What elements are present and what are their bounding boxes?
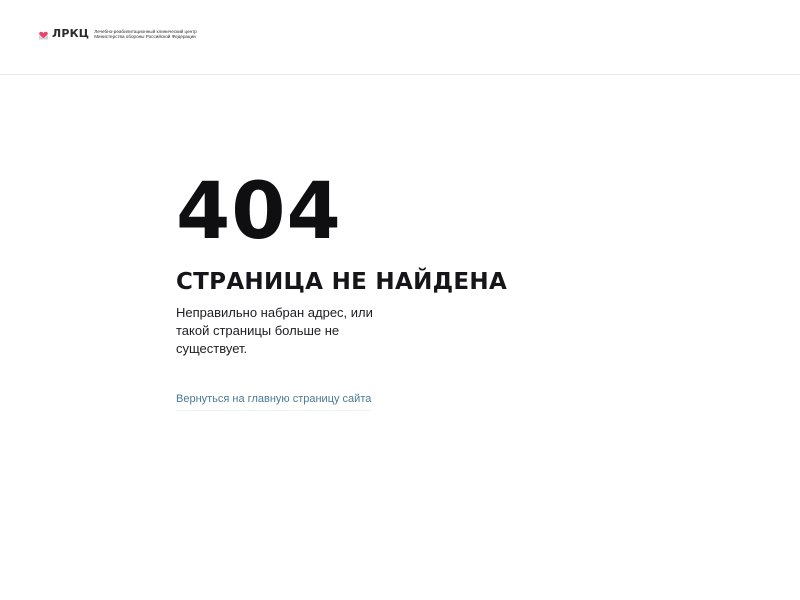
logo-line-2: Министерства обороны Российской Федераци… xyxy=(94,34,196,39)
error-description: Неправильно набран адрес, или такой стра… xyxy=(176,305,373,356)
logo-abbreviation: ЛРКЦ xyxy=(52,27,90,40)
site-header: ЛРКЦ Лечебно-реабилитационный клинически… xyxy=(0,0,800,75)
heart-envelope-icon xyxy=(39,31,48,40)
site-logo[interactable]: ЛРКЦ Лечебно-реабилитационный клинически… xyxy=(38,28,197,40)
error-code: 404 xyxy=(176,167,342,257)
home-page-link[interactable]: Вернуться на главную страницу сайта xyxy=(176,392,372,411)
error-title: СТРАНИЦА НЕ НАЙДЕНА xyxy=(176,269,508,295)
error-content: 404 СТРАНИЦА НЕ НАЙДЕНА Неправильно набр… xyxy=(176,170,507,411)
logo-fullname: Лечебно-реабилитационный клинический цен… xyxy=(94,29,197,39)
